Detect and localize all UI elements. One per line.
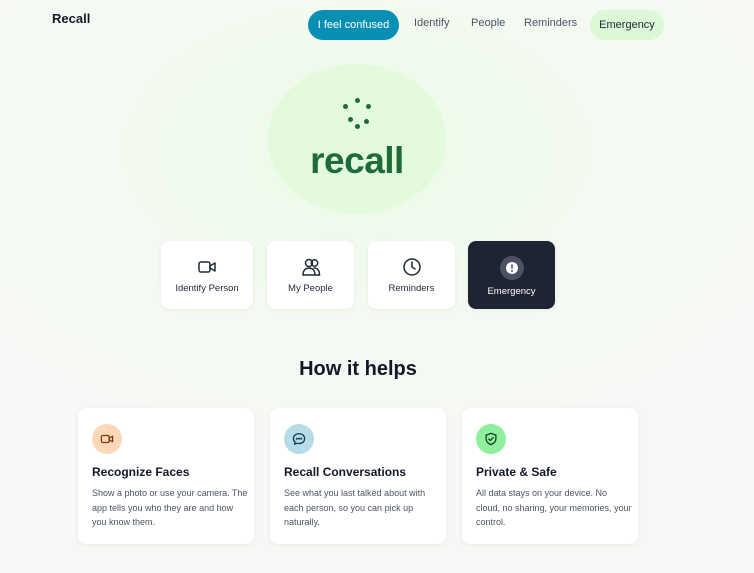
emergency-label: Emergency <box>487 286 536 297</box>
nav-confused-button[interactable]: I feel confused <box>308 10 399 40</box>
my-people-label: My People <box>288 283 333 294</box>
feature-card-recognize-faces: Recognize Faces Show a photo or use your… <box>78 408 254 544</box>
feature-title: Recall Conversations <box>284 465 407 479</box>
people-icon <box>301 257 321 277</box>
feature-card-recall-conversations: Recall Conversations See what you last t… <box>270 408 446 544</box>
feature-card-private-safe: Private & Safe All data stays on your de… <box>462 408 638 544</box>
nav-reminders-link[interactable]: Reminders <box>524 8 577 38</box>
nav-identify-link[interactable]: Identify <box>414 8 449 38</box>
video-camera-icon <box>92 424 122 454</box>
feature-title: Private & Safe <box>476 465 557 479</box>
identify-person-label: Identify Person <box>175 283 239 294</box>
alert-icon <box>499 256 524 280</box>
feature-title: Recognize Faces <box>92 465 190 479</box>
emergency-card[interactable]: Emergency <box>468 241 555 309</box>
reminders-card[interactable]: Reminders <box>368 241 455 309</box>
top-nav: I feel confused Identify People Reminder… <box>0 10 754 40</box>
clock-icon <box>402 257 422 277</box>
loading-dots-icon <box>340 98 376 134</box>
reminders-label: Reminders <box>388 283 435 294</box>
my-people-card[interactable]: My People <box>267 241 354 309</box>
hero-wordmark: recall <box>310 140 404 181</box>
identify-person-card[interactable]: Identify Person <box>161 241 253 309</box>
section-title: How it helps <box>299 358 417 380</box>
chat-bubble-icon <box>284 424 314 454</box>
nav-people-link[interactable]: People <box>471 8 505 38</box>
feature-description: See what you last talked about with each… <box>284 488 426 527</box>
hero-circle <box>268 64 446 214</box>
video-camera-icon <box>197 257 217 277</box>
nav-emergency-button[interactable]: Emergency <box>590 10 664 40</box>
feature-description: All data stays on your device. No cloud,… <box>476 488 632 527</box>
feature-description: Show a photo or use your camera. The app… <box>92 488 248 527</box>
shield-check-icon <box>476 424 506 454</box>
